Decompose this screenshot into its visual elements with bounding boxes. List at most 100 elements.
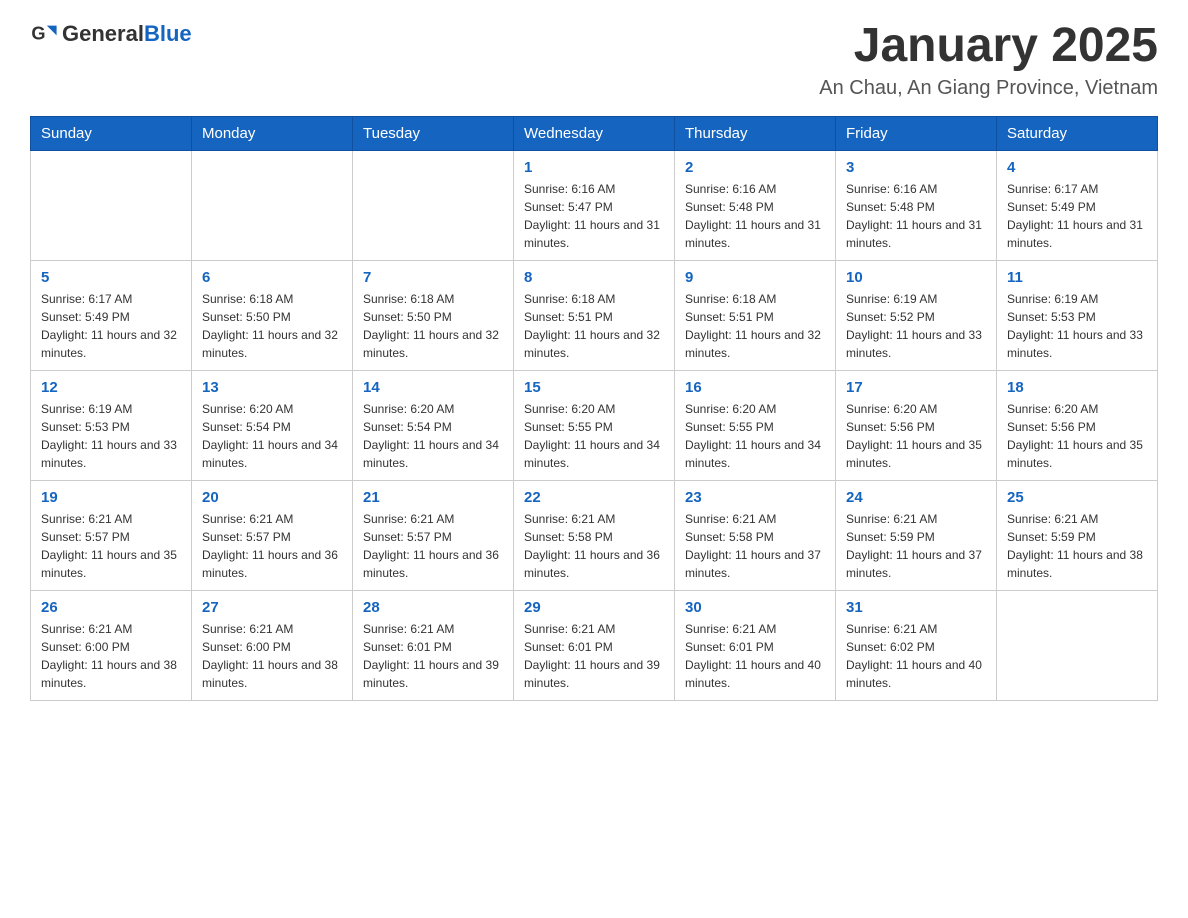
day-number: 10 <box>846 269 986 286</box>
calendar-cell: 28 Sunrise: 6:21 AM Sunset: 6:01 PM Dayli… <box>353 590 514 700</box>
day-number: 2 <box>685 159 825 176</box>
day-info: Sunrise: 6:17 AM Sunset: 5:49 PM Dayligh… <box>41 290 181 362</box>
day-info: Sunrise: 6:18 AM Sunset: 5:50 PM Dayligh… <box>202 290 342 362</box>
calendar-cell: 20 Sunrise: 6:21 AM Sunset: 5:57 PM Dayli… <box>192 480 353 590</box>
calendar-cell: 19Sunrise: 6:21 AM Sunset: 5:57 PM Dayli… <box>31 480 192 590</box>
calendar-cell: 2 Sunrise: 6:16 AM Sunset: 5:48 PM Daylig… <box>675 150 836 260</box>
calendar-table: SundayMondayTuesdayWednesdayThursdayFrid… <box>30 116 1158 701</box>
day-info: Sunrise: 6:20 AM Sunset: 5:55 PM Dayligh… <box>524 400 664 472</box>
day-info: Sunrise: 6:20 AM Sunset: 5:54 PM Dayligh… <box>202 400 342 472</box>
days-header-row: SundayMondayTuesdayWednesdayThursdayFrid… <box>31 116 1158 150</box>
calendar-cell: 13Sunrise: 6:20 AM Sunset: 5:54 PM Dayli… <box>192 370 353 480</box>
week-row-5: 26 Sunrise: 6:21 AM Sunset: 6:00 PM Dayli… <box>31 590 1158 700</box>
day-number: 28 <box>363 599 503 616</box>
calendar-cell: 23 Sunrise: 6:21 AM Sunset: 5:58 PM Dayli… <box>675 480 836 590</box>
day-number: 24 <box>846 489 986 506</box>
day-number: 4 <box>1007 159 1147 176</box>
day-info: Sunrise: 6:21 AM Sunset: 6:01 PM Dayligh… <box>363 620 503 692</box>
day-info: Sunrise: 6:20 AM Sunset: 5:56 PM Dayligh… <box>1007 400 1147 472</box>
week-row-1: 1 Sunrise: 6:16 AM Sunset: 5:47 PM Daylig… <box>31 150 1158 260</box>
week-row-3: 12 Sunrise: 6:19 AM Sunset: 5:53 PM Dayli… <box>31 370 1158 480</box>
day-number: 8 <box>524 269 664 286</box>
day-number: 6 <box>202 269 342 286</box>
calendar-cell: 27Sunrise: 6:21 AM Sunset: 6:00 PM Dayli… <box>192 590 353 700</box>
day-number: 9 <box>685 269 825 286</box>
calendar-cell: 6 Sunrise: 6:18 AM Sunset: 5:50 PM Daylig… <box>192 260 353 370</box>
day-info: Sunrise: 6:19 AM Sunset: 5:52 PM Dayligh… <box>846 290 986 362</box>
day-number: 29 <box>524 599 664 616</box>
calendar-cell: 16Sunrise: 6:20 AM Sunset: 5:55 PM Dayli… <box>675 370 836 480</box>
calendar-cell: 1 Sunrise: 6:16 AM Sunset: 5:47 PM Daylig… <box>514 150 675 260</box>
calendar-cell: 22 Sunrise: 6:21 AM Sunset: 5:58 PM Dayli… <box>514 480 675 590</box>
day-number: 26 <box>41 599 181 616</box>
day-info: Sunrise: 6:21 AM Sunset: 6:02 PM Dayligh… <box>846 620 986 692</box>
day-info: Sunrise: 6:20 AM Sunset: 5:56 PM Dayligh… <box>846 400 986 472</box>
day-number: 7 <box>363 269 503 286</box>
day-info: Sunrise: 6:20 AM Sunset: 5:54 PM Dayligh… <box>363 400 503 472</box>
calendar-cell: 31 Sunrise: 6:21 AM Sunset: 6:02 PM Dayli… <box>836 590 997 700</box>
calendar-cell: 24 Sunrise: 6:21 AM Sunset: 5:59 PM Dayli… <box>836 480 997 590</box>
day-number: 31 <box>846 599 986 616</box>
calendar-cell: 9 Sunrise: 6:18 AM Sunset: 5:51 PM Daylig… <box>675 260 836 370</box>
day-info: Sunrise: 6:21 AM Sunset: 5:59 PM Dayligh… <box>846 510 986 582</box>
day-info: Sunrise: 6:21 AM Sunset: 5:57 PM Dayligh… <box>202 510 342 582</box>
logo-blue: Blue <box>144 21 192 46</box>
day-number: 19 <box>41 489 181 506</box>
svg-text:G: G <box>31 24 45 44</box>
calendar-cell: 11Sunrise: 6:19 AM Sunset: 5:53 PM Dayli… <box>997 260 1158 370</box>
day-header-sunday: Sunday <box>31 116 192 150</box>
calendar-cell: 8 Sunrise: 6:18 AM Sunset: 5:51 PM Daylig… <box>514 260 675 370</box>
calendar-cell: 21 Sunrise: 6:21 AM Sunset: 5:57 PM Dayli… <box>353 480 514 590</box>
day-number: 1 <box>524 159 664 176</box>
day-number: 5 <box>41 269 181 286</box>
day-number: 15 <box>524 379 664 396</box>
day-info: Sunrise: 6:21 AM Sunset: 6:01 PM Dayligh… <box>524 620 664 692</box>
day-info: Sunrise: 6:21 AM Sunset: 6:00 PM Dayligh… <box>41 620 181 692</box>
calendar-cell: 15 Sunrise: 6:20 AM Sunset: 5:55 PM Dayli… <box>514 370 675 480</box>
calendar-cell: 25 Sunrise: 6:21 AM Sunset: 5:59 PM Dayli… <box>997 480 1158 590</box>
day-info: Sunrise: 6:21 AM Sunset: 5:57 PM Dayligh… <box>363 510 503 582</box>
month-title: January 2025 <box>819 20 1158 73</box>
day-info: Sunrise: 6:21 AM Sunset: 5:58 PM Dayligh… <box>524 510 664 582</box>
day-number: 23 <box>685 489 825 506</box>
day-header-thursday: Thursday <box>675 116 836 150</box>
day-info: Sunrise: 6:18 AM Sunset: 5:51 PM Dayligh… <box>685 290 825 362</box>
day-number: 25 <box>1007 489 1147 506</box>
day-number: 3 <box>846 159 986 176</box>
calendar-cell: 17 Sunrise: 6:20 AM Sunset: 5:56 PM Dayli… <box>836 370 997 480</box>
calendar-cell <box>192 150 353 260</box>
day-info: Sunrise: 6:21 AM Sunset: 5:58 PM Dayligh… <box>685 510 825 582</box>
calendar-cell: 10 Sunrise: 6:19 AM Sunset: 5:52 PM Dayli… <box>836 260 997 370</box>
week-row-2: 5 Sunrise: 6:17 AM Sunset: 5:49 PM Daylig… <box>31 260 1158 370</box>
day-number: 14 <box>363 379 503 396</box>
day-number: 20 <box>202 489 342 506</box>
logo: G GeneralBlue <box>30 20 192 48</box>
calendar-cell: 30Sunrise: 6:21 AM Sunset: 6:01 PM Dayli… <box>675 590 836 700</box>
day-number: 21 <box>363 489 503 506</box>
title-area: January 2025 An Chau, An Giang Province,… <box>819 20 1158 100</box>
day-number: 18 <box>1007 379 1147 396</box>
day-number: 12 <box>41 379 181 396</box>
calendar-cell <box>31 150 192 260</box>
calendar-cell: 4Sunrise: 6:17 AM Sunset: 5:49 PM Daylig… <box>997 150 1158 260</box>
day-info: Sunrise: 6:19 AM Sunset: 5:53 PM Dayligh… <box>41 400 181 472</box>
day-number: 27 <box>202 599 342 616</box>
logo-text: GeneralBlue <box>62 21 192 47</box>
day-number: 22 <box>524 489 664 506</box>
calendar-cell: 29 Sunrise: 6:21 AM Sunset: 6:01 PM Dayli… <box>514 590 675 700</box>
calendar-cell: 12 Sunrise: 6:19 AM Sunset: 5:53 PM Dayli… <box>31 370 192 480</box>
logo-general: General <box>62 21 144 46</box>
day-info: Sunrise: 6:18 AM Sunset: 5:51 PM Dayligh… <box>524 290 664 362</box>
day-info: Sunrise: 6:20 AM Sunset: 5:55 PM Dayligh… <box>685 400 825 472</box>
day-number: 11 <box>1007 269 1147 286</box>
calendar-cell: 14 Sunrise: 6:20 AM Sunset: 5:54 PM Dayli… <box>353 370 514 480</box>
day-header-tuesday: Tuesday <box>353 116 514 150</box>
calendar-cell <box>997 590 1158 700</box>
day-info: Sunrise: 6:16 AM Sunset: 5:48 PM Dayligh… <box>685 180 825 252</box>
page-header: G GeneralBlue January 2025 An Chau, An G… <box>30 20 1158 100</box>
day-info: Sunrise: 6:21 AM Sunset: 6:01 PM Dayligh… <box>685 620 825 692</box>
day-info: Sunrise: 6:21 AM Sunset: 5:59 PM Dayligh… <box>1007 510 1147 582</box>
calendar-cell: 18 Sunrise: 6:20 AM Sunset: 5:56 PM Dayli… <box>997 370 1158 480</box>
day-number: 17 <box>846 379 986 396</box>
day-info: Sunrise: 6:16 AM Sunset: 5:47 PM Dayligh… <box>524 180 664 252</box>
